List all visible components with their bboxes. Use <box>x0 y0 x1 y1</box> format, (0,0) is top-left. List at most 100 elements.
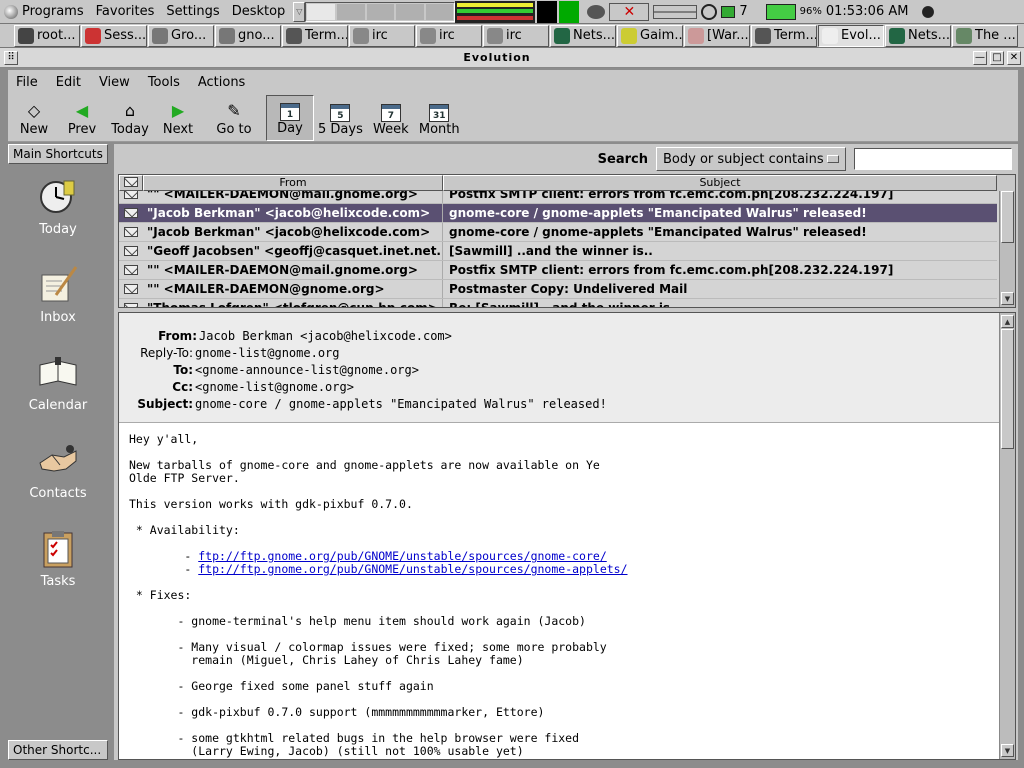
next-button[interactable]: ▶ Next <box>154 95 202 141</box>
taskbar-item[interactable]: Term... <box>751 24 817 47</box>
workspace-4[interactable] <box>396 3 424 20</box>
workspace-2[interactable] <box>336 3 365 20</box>
system-load-meters <box>455 0 536 23</box>
swap-meter <box>457 16 534 21</box>
message-row[interactable]: "Thomas Lofgren" <tlofgren@cup.hp.com> Re… <box>119 299 997 307</box>
preview-scroll-up-icon[interactable]: ▲ <box>1001 315 1014 328</box>
menu-actions[interactable]: Actions <box>198 75 246 90</box>
taskbar-item[interactable]: Term... <box>282 24 348 47</box>
message-row[interactable]: "" <MAILER-DAEMON@mail.gnome.org> Postfix… <box>119 261 997 280</box>
preview-scrollbar[interactable]: ▲ ▼ <box>999 313 1015 759</box>
shortcut-today[interactable]: Today <box>8 176 108 237</box>
other-shortcuts-header[interactable]: Other Shortc... <box>8 740 108 760</box>
main-shortcuts-header[interactable]: Main Shortcuts <box>8 144 108 164</box>
message-preview: From: Jacob Berkman <jacob@helixcode.com>… <box>118 312 1016 760</box>
shortcut-calendar[interactable]: Calendar <box>8 352 108 413</box>
envelope-icon <box>124 208 138 218</box>
scroll-thumb[interactable] <box>1001 191 1014 243</box>
window-titlebar[interactable]: ⠿ Evolution — □ ✕ <box>0 48 1024 68</box>
scroll-down-icon[interactable]: ▼ <box>1001 292 1014 305</box>
taskbar-item[interactable]: [War...] <box>684 24 750 47</box>
message-subject: [Sawmill] ..and the winner is.. <box>449 244 653 258</box>
taskbar-item[interactable]: irc <box>349 24 415 47</box>
taskbar-item[interactable]: The ... <box>952 24 1018 47</box>
preview-scroll-thumb[interactable] <box>1001 329 1014 449</box>
panel-menu-programs[interactable]: Programs <box>0 1 92 23</box>
search-bar: Search Body or subject contains <box>114 144 1018 174</box>
menu-edit[interactable]: Edit <box>56 75 81 90</box>
menu-tools[interactable]: Tools <box>148 75 180 90</box>
window-title: Evolution <box>463 51 531 64</box>
message-row[interactable]: "Jacob Berkman" <jacob@helixcode.com> gno… <box>119 223 997 242</box>
envelope-icon <box>124 303 138 307</box>
taskbar-item[interactable]: root... <box>14 24 80 47</box>
month-view-button[interactable]: 31 Month <box>415 95 464 141</box>
workspace-1[interactable] <box>307 3 335 20</box>
status-column-header[interactable] <box>119 175 143 191</box>
taskbar-item[interactable]: gno... <box>215 24 281 47</box>
inbox-icon <box>37 264 79 306</box>
panel-clock[interactable]: 01:53:06 AM <box>826 4 909 19</box>
message-row[interactable]: "" <MAILER-DAEMON@gnome.org> Postmaster C… <box>119 280 997 299</box>
taskbar-item[interactable]: irc <box>483 24 549 47</box>
taskbar-item[interactable]: Sess... <box>81 24 147 47</box>
bug-icon[interactable] <box>920 3 937 20</box>
workspace-pager[interactable] <box>305 1 456 22</box>
app-icon <box>889 27 905 44</box>
app-icon <box>219 27 235 44</box>
from-column-header[interactable]: From <box>143 175 443 191</box>
home-icon: ⌂ <box>124 100 136 120</box>
net-graph <box>559 0 580 23</box>
panel-hide-arrow-icon[interactable]: ▽ <box>293 1 306 22</box>
message-row[interactable]: "Geoff Jacobsen" <geoffj@casquet.inet.ne… <box>119 242 997 261</box>
message-list-scrollbar[interactable]: ▲ ▼ <box>999 175 1015 307</box>
shortcut-inbox[interactable]: Inbox <box>8 264 108 325</box>
today-button[interactable]: ⌂ Today <box>106 95 154 141</box>
taskbar-item[interactable]: Gaim... <box>617 24 683 47</box>
search-input[interactable] <box>854 148 1012 170</box>
message-list-header: From Subject <box>119 175 1015 191</box>
mail-disabled-icon[interactable]: ✕ <box>609 2 650 21</box>
message-from: "Jacob Berkman" <jacob@helixcode.com> <box>143 204 443 222</box>
link-gnome-applets[interactable]: ftp://ftp.gnome.org/pub/GNOME/unstable/s… <box>198 562 627 576</box>
workspace-3[interactable] <box>366 3 395 20</box>
taskbar-item[interactable]: Nets... <box>885 24 951 47</box>
new-button[interactable]: ◇ New <box>10 95 58 141</box>
shortcut-tasks[interactable]: Tasks <box>8 528 108 589</box>
mem-meter <box>457 9 534 14</box>
link-gnome-core[interactable]: ftp://ftp.gnome.org/pub/GNOME/unstable/s… <box>198 549 607 563</box>
preview-scroll-down-icon[interactable]: ▼ <box>1001 744 1014 757</box>
day-view-button[interactable]: 1 Day <box>266 95 314 141</box>
prev-button[interactable]: ◀ Prev <box>58 95 106 141</box>
new-icon: ◇ <box>27 100 41 120</box>
mixer-slider[interactable] <box>653 4 698 19</box>
search-label: Search <box>597 151 648 167</box>
panel-menu-desktop[interactable]: Desktop <box>228 1 294 23</box>
taskbar-item[interactable]: Evol... <box>818 24 884 47</box>
message-row[interactable]: "Jacob Berkman" <jacob@helixcode.com> gno… <box>119 204 997 223</box>
gnome-foot-icon <box>4 4 18 19</box>
battery-meter-icon <box>765 3 796 20</box>
workspace-5[interactable] <box>425 3 454 20</box>
taskbar-item[interactable]: Gro... <box>148 24 214 47</box>
minimize-icon[interactable]: — <box>973 50 987 65</box>
taskbar-item[interactable]: Nets... <box>550 24 616 47</box>
subject-column-header[interactable]: Subject <box>443 175 997 191</box>
panel-menu-favorites[interactable]: Favorites <box>92 1 163 23</box>
panel-menu-settings[interactable]: Settings <box>162 1 227 23</box>
search-criteria-dropdown[interactable]: Body or subject contains <box>656 147 846 171</box>
goto-button[interactable]: ✎ Go to <box>202 95 266 141</box>
menu-file[interactable]: File <box>16 75 38 90</box>
header-cc: Cc: <gnome-list@gnome.org> <box>172 379 354 394</box>
shortcut-contacts[interactable]: Contacts <box>8 440 108 501</box>
five-days-view-button[interactable]: 55 Days <box>314 95 367 141</box>
message-from: "Jacob Berkman" <jacob@helixcode.com> <box>143 223 443 241</box>
taskbar-item[interactable]: irc <box>416 24 482 47</box>
maximize-icon[interactable]: □ <box>990 50 1004 65</box>
week-view-button[interactable]: 7 Week <box>367 95 415 141</box>
close-icon[interactable]: ✕ <box>1007 50 1021 65</box>
menu-view[interactable]: View <box>99 75 130 90</box>
window-menu-icon[interactable]: ⠿ <box>4 50 18 65</box>
header-reply-to: Reply-To: gnome-list@gnome.org <box>140 345 340 360</box>
stone-icon <box>587 4 606 19</box>
